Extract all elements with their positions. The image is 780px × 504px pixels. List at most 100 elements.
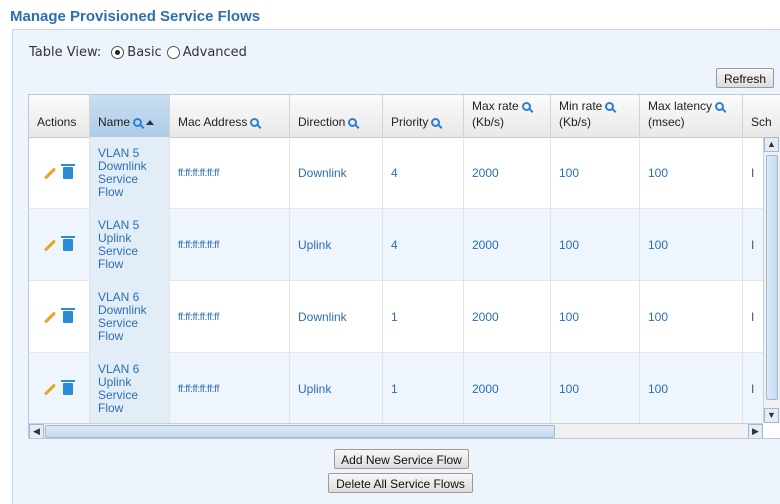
sort-ascending-icon <box>146 120 155 125</box>
name-line: Flow <box>98 329 124 343</box>
sch-cell: I <box>751 382 755 396</box>
horizontal-scroll-thumb[interactable] <box>45 425 555 438</box>
min-rate-cell: 100 <box>551 281 640 353</box>
pencil-icon[interactable] <box>43 238 57 252</box>
column-header-label: Sch <box>751 115 772 129</box>
name-cell[interactable]: VLAN 6 Uplink Service Flow <box>90 353 170 425</box>
search-icon[interactable] <box>348 118 358 127</box>
radio-advanced-label: Advanced <box>182 45 247 60</box>
column-header-label: Direction <box>298 115 346 129</box>
table-view-label: Table View: <box>29 45 102 60</box>
trash-icon[interactable] <box>61 236 75 251</box>
radio-basic-label: Basic <box>127 45 162 60</box>
sch-cell: I <box>751 166 755 180</box>
column-header-label-top: Max rate <box>472 99 519 113</box>
max-rate-cell: 2000 <box>464 137 551 209</box>
column-header-mac-address[interactable]: Mac Address <box>170 95 290 137</box>
pencil-icon[interactable] <box>43 382 57 396</box>
max-rate-cell: 2000 <box>464 209 551 281</box>
column-header-label: Mac Address <box>178 115 248 129</box>
column-header-actions[interactable]: Actions <box>29 95 90 137</box>
priority-cell: 4 <box>383 209 464 281</box>
name-cell[interactable]: VLAN 6 Downlink Service Flow <box>90 281 170 353</box>
table-row: VLAN 6 Downlink Service Flow ff:ff:ff:ff:ff… <box>29 281 763 353</box>
column-header-max-latency[interactable]: Max latency (msec) <box>640 95 743 137</box>
max-latency-cell: 100 <box>640 353 743 425</box>
mac-address-cell: ff:ff:ff:ff:ff:ff <box>170 353 290 425</box>
pencil-icon[interactable] <box>43 166 57 180</box>
name-line: Flow <box>98 257 124 271</box>
max-latency-cell: 100 <box>640 137 743 209</box>
name-line: Flow <box>98 185 124 199</box>
column-header-direction[interactable]: Direction <box>290 95 383 137</box>
name-cell[interactable]: VLAN 5 Uplink Service Flow <box>90 209 170 281</box>
column-header-priority[interactable]: Priority <box>383 95 464 137</box>
vertical-scrollbar[interactable]: ▲ ▼ <box>763 137 780 423</box>
trash-icon[interactable] <box>61 164 75 179</box>
search-icon[interactable] <box>250 118 260 127</box>
radio-basic-indicator[interactable] <box>111 46 125 59</box>
service-flows-table: Actions Name Mac Address Direction Prior… <box>28 94 780 439</box>
direction-cell: Uplink <box>290 353 383 425</box>
mac-address-cell: ff:ff:ff:ff:ff:ff <box>170 137 290 209</box>
column-header-label-unit: (msec) <box>648 115 685 129</box>
radio-basic[interactable]: Basic <box>111 45 162 60</box>
column-header-label: Name <box>98 115 131 129</box>
actions-cell <box>29 137 90 209</box>
search-icon[interactable] <box>715 102 725 111</box>
column-header-label-top: Max latency <box>648 99 713 113</box>
scroll-down-icon[interactable]: ▼ <box>764 408 779 423</box>
direction-cell: Downlink <box>290 137 383 209</box>
page-title: Manage Provisioned Service Flows <box>10 8 261 25</box>
pencil-icon[interactable] <box>43 310 57 324</box>
horizontal-scrollbar[interactable]: ◀ ▶ <box>29 423 763 438</box>
column-header-min-rate[interactable]: Min rate (Kb/s) <box>551 95 640 137</box>
trash-icon[interactable] <box>61 380 75 395</box>
table-row: VLAN 5 Downlink Service Flow ff:ff:ff:ff:ff… <box>29 137 763 209</box>
name-cell[interactable]: VLAN 5 Downlink Service Flow <box>90 137 170 209</box>
column-header-label-top: Min rate <box>559 99 603 113</box>
min-rate-cell: 100 <box>551 353 640 425</box>
max-rate-cell: 2000 <box>464 353 551 425</box>
vertical-scroll-thumb[interactable] <box>766 155 778 400</box>
column-header-sch[interactable]: Sch <box>743 95 780 137</box>
radio-advanced[interactable]: Advanced <box>166 45 247 60</box>
scroll-up-icon[interactable]: ▲ <box>764 137 779 152</box>
priority-cell: 1 <box>383 353 464 425</box>
actions-cell <box>29 353 90 425</box>
priority-cell: 4 <box>383 137 464 209</box>
radio-advanced-indicator[interactable] <box>166 46 180 59</box>
column-header-max-rate[interactable]: Max rate (Kb/s) <box>464 95 551 137</box>
priority-cell: 1 <box>383 281 464 353</box>
trash-icon[interactable] <box>61 308 75 323</box>
search-icon[interactable] <box>133 118 143 127</box>
add-service-flow-button[interactable]: Add New Service Flow <box>334 449 469 469</box>
max-latency-cell: 100 <box>640 209 743 281</box>
sch-cell: I <box>751 238 755 252</box>
search-icon[interactable] <box>605 102 615 111</box>
table-header: Actions Name Mac Address Direction Prior… <box>29 95 780 138</box>
max-rate-cell: 2000 <box>464 281 551 353</box>
mac-address-cell: ff:ff:ff:ff:ff:ff <box>170 209 290 281</box>
search-icon[interactable] <box>521 102 531 111</box>
column-header-name[interactable]: Name <box>90 95 170 137</box>
actions-cell <box>29 209 90 281</box>
mac-address-cell: ff:ff:ff:ff:ff:ff <box>170 281 290 353</box>
column-header-label-unit: (Kb/s) <box>472 115 505 129</box>
max-latency-cell: 100 <box>640 281 743 353</box>
direction-cell: Uplink <box>290 209 383 281</box>
scroll-right-icon[interactable]: ▶ <box>748 424 763 438</box>
actions-cell <box>29 281 90 353</box>
refresh-button[interactable]: Refresh <box>716 68 774 88</box>
table-view-selector: Table View: Basic Advanced <box>29 45 249 60</box>
table-row: VLAN 5 Uplink Service Flow ff:ff:ff:ff:ff:f… <box>29 209 763 281</box>
column-header-label-unit: (Kb/s) <box>559 115 592 129</box>
min-rate-cell: 100 <box>551 137 640 209</box>
search-icon[interactable] <box>431 118 441 127</box>
delete-all-service-flows-button[interactable]: Delete All Service Flows <box>328 473 473 493</box>
min-rate-cell: 100 <box>551 209 640 281</box>
column-header-label: Priority <box>391 115 429 129</box>
scroll-left-icon[interactable]: ◀ <box>29 424 44 438</box>
table-row: VLAN 6 Uplink Service Flow ff:ff:ff:ff:ff:f… <box>29 353 763 425</box>
direction-cell: Downlink <box>290 281 383 353</box>
